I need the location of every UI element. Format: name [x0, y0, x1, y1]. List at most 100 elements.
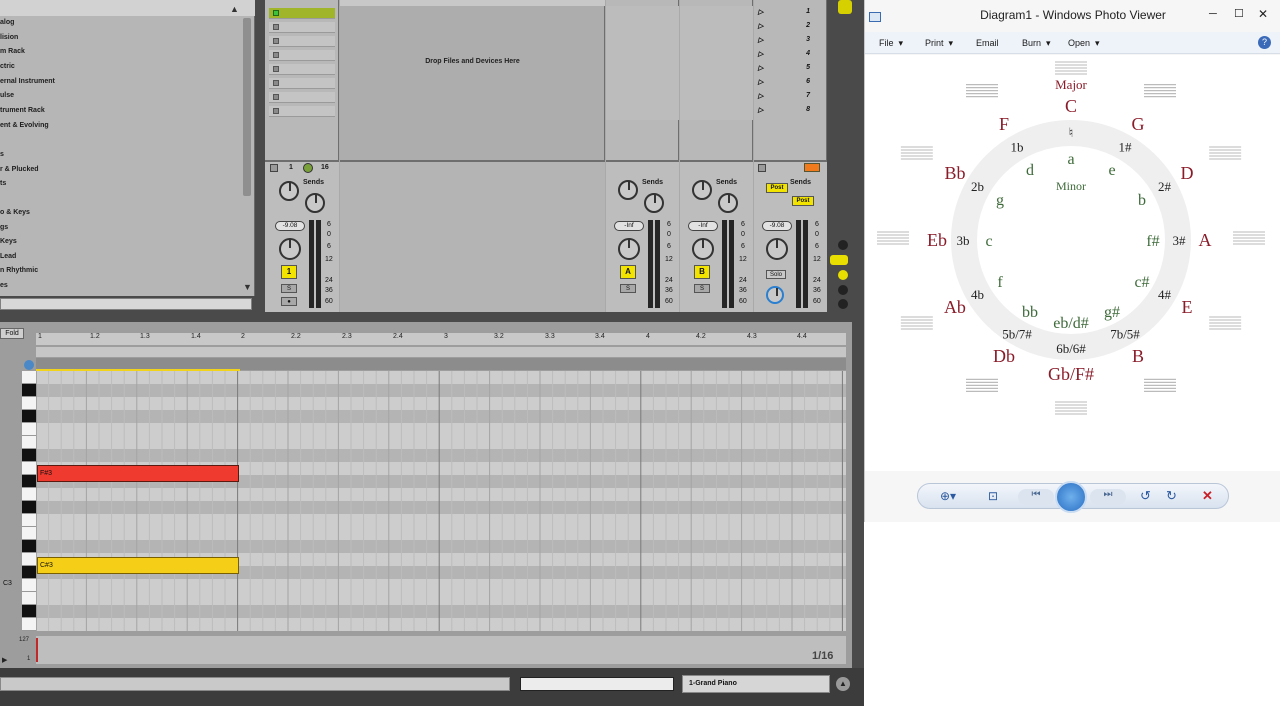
delete-icon[interactable]: ✕	[1202, 488, 1213, 504]
browser-item[interactable]: Lead	[0, 253, 16, 260]
scene-launch-5[interactable]: ▷ 5	[756, 64, 826, 77]
browser-item[interactable]: ernal Instrument	[0, 78, 55, 85]
close-icon[interactable]: ✕	[1258, 7, 1268, 21]
stop-all-clips-button[interactable]	[804, 163, 820, 172]
black-key[interactable]	[22, 449, 36, 462]
volume-field[interactable]: -Inf	[688, 221, 718, 231]
black-key[interactable]	[22, 605, 36, 618]
solo-button[interactable]: S	[620, 284, 636, 293]
menu-email[interactable]: Email	[976, 38, 999, 48]
return-b-button[interactable]: B	[694, 265, 710, 279]
browser-scrollbar[interactable]	[243, 18, 251, 196]
menu-file[interactable]: File ▾	[879, 38, 903, 49]
clip-slot[interactable]	[269, 92, 335, 103]
actual-size-icon[interactable]: ⊡	[988, 489, 998, 503]
pan-knob[interactable]	[692, 238, 714, 260]
browser-item[interactable]: ctric	[0, 63, 15, 70]
send-b-knob[interactable]	[305, 193, 325, 213]
preview-icon[interactable]	[24, 360, 34, 370]
mixer-toggle-icon[interactable]	[838, 0, 852, 14]
drop-area[interactable]: Drop Files and Devices Here	[340, 0, 605, 312]
rotate-left-icon[interactable]: ↺	[1140, 488, 1151, 504]
post-button[interactable]: Post	[792, 196, 814, 206]
midi-indicator-icon[interactable]: ▲	[836, 677, 850, 691]
solo-cue-button[interactable]: Solo	[766, 270, 786, 279]
browser-item[interactable]: es	[0, 282, 8, 289]
clip-slot[interactable]	[269, 50, 335, 61]
black-key[interactable]	[22, 475, 36, 488]
menu-burn[interactable]: Burn ▾	[1022, 38, 1051, 49]
maximize-icon[interactable]: ☐	[1234, 7, 1244, 20]
volume-field[interactable]: -9.08	[762, 221, 792, 231]
send-b-knob[interactable]	[718, 193, 738, 213]
grid-size-label[interactable]: 1/16	[812, 650, 833, 662]
black-key[interactable]	[22, 501, 36, 514]
mixer-icon[interactable]	[838, 285, 848, 295]
scene-launch-1[interactable]: ▷ 1	[756, 8, 826, 21]
clip-slot[interactable]	[269, 36, 335, 47]
browser-item[interactable]: trument Rack	[0, 107, 45, 114]
pan-knob[interactable]	[618, 238, 640, 260]
send-b-knob[interactable]	[644, 193, 664, 213]
browser-item[interactable]: ulse	[0, 92, 14, 99]
collapse-icon[interactable]: ▲	[230, 4, 239, 14]
slideshow-button[interactable]	[1055, 481, 1087, 513]
play-icon[interactable]: ▶	[2, 656, 7, 664]
help-icon[interactable]: ?	[1258, 36, 1271, 49]
black-key[interactable]	[22, 566, 36, 579]
white-key[interactable]	[22, 436, 36, 449]
white-key[interactable]	[22, 462, 36, 475]
next-icon[interactable]: ⏭	[1090, 489, 1126, 505]
minimize-icon[interactable]: ─	[1209, 8, 1217, 20]
scene-launch-3[interactable]: ▷ 3	[756, 36, 826, 49]
sends-toggle-icon[interactable]	[830, 255, 848, 265]
pan-knob[interactable]	[766, 238, 788, 260]
browser-item[interactable]: lision	[0, 34, 18, 41]
master-activator[interactable]	[758, 164, 766, 172]
velocity-lane[interactable]	[36, 636, 846, 664]
return-a-button[interactable]: A	[620, 265, 636, 279]
menu-print[interactable]: Print ▾	[925, 38, 953, 49]
monitor-icon[interactable]	[303, 163, 313, 173]
browser-item[interactable]: ts	[0, 180, 6, 187]
scroll-down-icon[interactable]: ▼	[243, 282, 252, 292]
velocity-bar[interactable]	[36, 638, 38, 662]
menu-open[interactable]: Open ▾	[1068, 38, 1100, 49]
volume-field[interactable]: -Inf	[614, 221, 644, 231]
zoom-icon[interactable]: ⊕▾	[940, 489, 956, 503]
browser-item[interactable]: gs	[0, 224, 8, 231]
midi-note[interactable]: F#3	[37, 465, 239, 482]
white-key[interactable]	[22, 397, 36, 410]
white-key[interactable]	[22, 592, 36, 605]
track-activator-button[interactable]: 1	[281, 265, 297, 279]
note-grid[interactable]	[35, 371, 846, 631]
scene-launch-2[interactable]: ▷ 2	[756, 22, 826, 35]
browser-item[interactable]: n Rhythmic	[0, 267, 38, 274]
arm-button[interactable]: ●	[281, 297, 297, 306]
loop-brace[interactable]	[36, 347, 846, 357]
scene-launch-7[interactable]: ▷ 7	[756, 92, 826, 105]
white-key[interactable]	[22, 488, 36, 501]
white-key[interactable]	[22, 371, 36, 384]
browser-item[interactable]: s	[0, 151, 4, 158]
black-key[interactable]	[22, 410, 36, 423]
scene-launch-8[interactable]: ▷ 8	[756, 106, 826, 119]
post-button[interactable]: Post	[766, 183, 788, 193]
browser-item[interactable]: ent & Evolving	[0, 122, 49, 129]
pan-knob[interactable]	[279, 238, 301, 260]
scene-launch-4[interactable]: ▷ 4	[756, 50, 826, 63]
send-a-knob[interactable]	[618, 180, 638, 200]
cue-volume-knob[interactable]	[766, 286, 784, 304]
returns-toggle-icon[interactable]	[838, 270, 848, 280]
scene-launch-6[interactable]: ▷ 6	[756, 78, 826, 91]
browser-item[interactable]: Keys	[0, 238, 17, 245]
previous-icon[interactable]: ⏮	[1018, 489, 1054, 505]
send-a-knob[interactable]	[692, 180, 712, 200]
browser-item[interactable]: m Rack	[0, 48, 25, 55]
clip-slot[interactable]	[269, 78, 335, 89]
white-key[interactable]	[22, 423, 36, 436]
browser-item[interactable]: r & Plucked	[0, 166, 39, 173]
clip-slot[interactable]	[269, 106, 335, 117]
midi-note[interactable]: C#3	[37, 557, 239, 574]
crossfader-icon[interactable]	[838, 299, 848, 309]
